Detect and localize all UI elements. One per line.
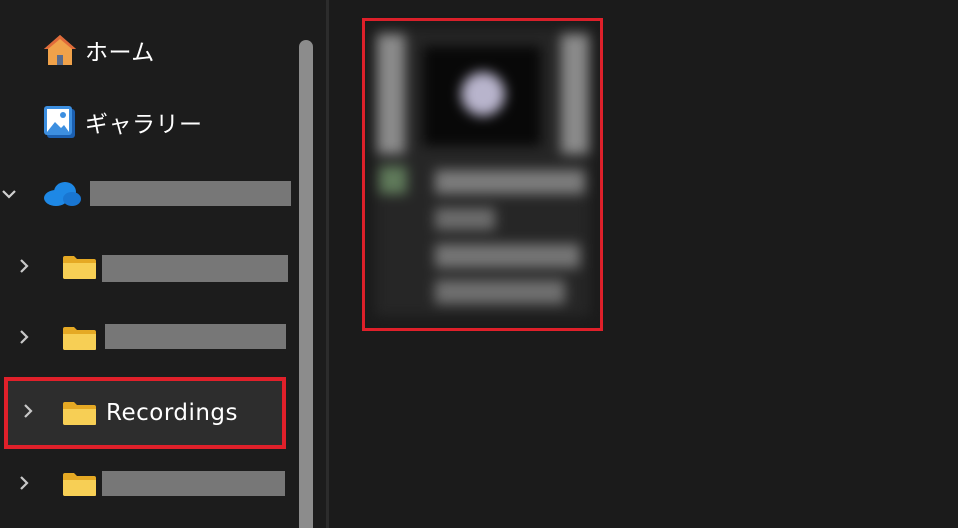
scrollbar-thumb[interactable] [299, 40, 313, 528]
chevron-right-icon[interactable] [16, 399, 40, 423]
chevron-down-icon[interactable] [0, 182, 21, 206]
navigation-pane: ホーム ギャラリー Recordings [0, 0, 296, 528]
nav-item-folder[interactable] [0, 454, 296, 514]
nav-item-gallery[interactable]: ギャラリー [40, 92, 290, 152]
folder-icon [63, 256, 96, 279]
nav-label-recordings: Recordings [106, 400, 239, 426]
chevron-right-icon[interactable] [12, 471, 36, 495]
nav-item-onedrive[interactable] [0, 164, 296, 224]
redacted-account-name [90, 181, 291, 206]
chevron-right-icon[interactable] [12, 254, 36, 278]
redacted-folder-name [102, 471, 285, 496]
folder-icon [63, 327, 96, 350]
nav-item-recordings[interactable]: Recordings [4, 377, 286, 449]
chevron-right-icon[interactable] [12, 325, 36, 349]
nav-item-folder[interactable] [0, 236, 296, 296]
nav-label-home: ホーム [85, 40, 155, 66]
redacted-folder-name [102, 255, 288, 282]
nav-label-gallery: ギャラリー [85, 112, 203, 138]
gallery-icon [43, 104, 77, 140]
nav-item-home[interactable]: ホーム [40, 20, 290, 80]
sidebar-scrollbar[interactable] [296, 0, 316, 528]
blurred-file-thumbnail [375, 30, 590, 316]
folder-icon [63, 473, 96, 496]
redacted-folder-name [105, 324, 286, 349]
nav-item-folder[interactable] [0, 307, 296, 367]
home-icon [42, 33, 78, 67]
file-item-highlighted[interactable] [362, 18, 603, 331]
onedrive-cloud-icon [42, 181, 82, 207]
folder-icon [63, 402, 96, 425]
